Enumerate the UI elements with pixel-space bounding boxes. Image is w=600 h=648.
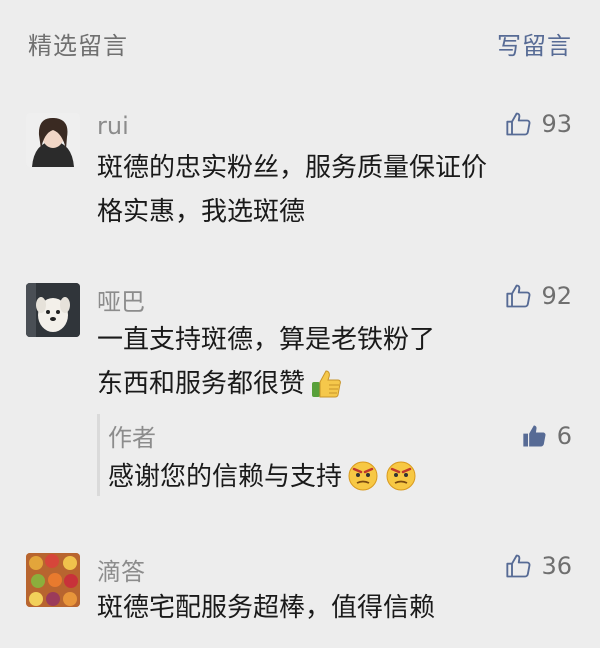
like-count: 92 [541, 282, 572, 310]
reply-divider [97, 414, 100, 496]
thumbs-up-icon [506, 284, 531, 308]
thumbs-up-icon [506, 112, 531, 136]
comment-text: 斑德宅配服务超棒，值得信赖 [97, 593, 436, 623]
author-label: 作者 [108, 424, 156, 452]
write-comment-button[interactable]: 写留言 [497, 26, 572, 61]
avatar[interactable] [26, 283, 80, 337]
commenter-name: 滴答 [97, 558, 145, 586]
like-button[interactable]: 92 [505, 282, 572, 310]
like-count: 6 [556, 422, 572, 450]
reply-like-button[interactable]: 6 [521, 422, 572, 450]
comment-text: 斑德的忠实粉丝，服务质量保证价 格实惠，我选斑德 [97, 153, 488, 227]
comment-text: 一直支持斑德，算是老铁粉了 东西和服务都很赞 [97, 325, 436, 399]
avatar[interactable] [26, 553, 80, 607]
like-button[interactable]: 36 [505, 552, 572, 580]
avatar[interactable] [26, 113, 80, 167]
thumbs-up-filled-icon [523, 425, 546, 447]
thumbs-up-icon [506, 554, 531, 578]
commenter-name: 哑巴 [97, 288, 145, 316]
like-count: 93 [541, 110, 572, 138]
commenter-name: rui [97, 112, 129, 140]
angry-face-emoji-icon [348, 461, 378, 490]
reply-text: 感谢您的信赖与支持 [108, 456, 418, 493]
like-button[interactable]: 93 [505, 110, 572, 138]
like-count: 36 [541, 552, 572, 580]
thumbs-up-emoji-icon [312, 370, 341, 398]
section-title: 精选留言 [28, 32, 128, 60]
angry-face-emoji-icon [386, 461, 416, 490]
